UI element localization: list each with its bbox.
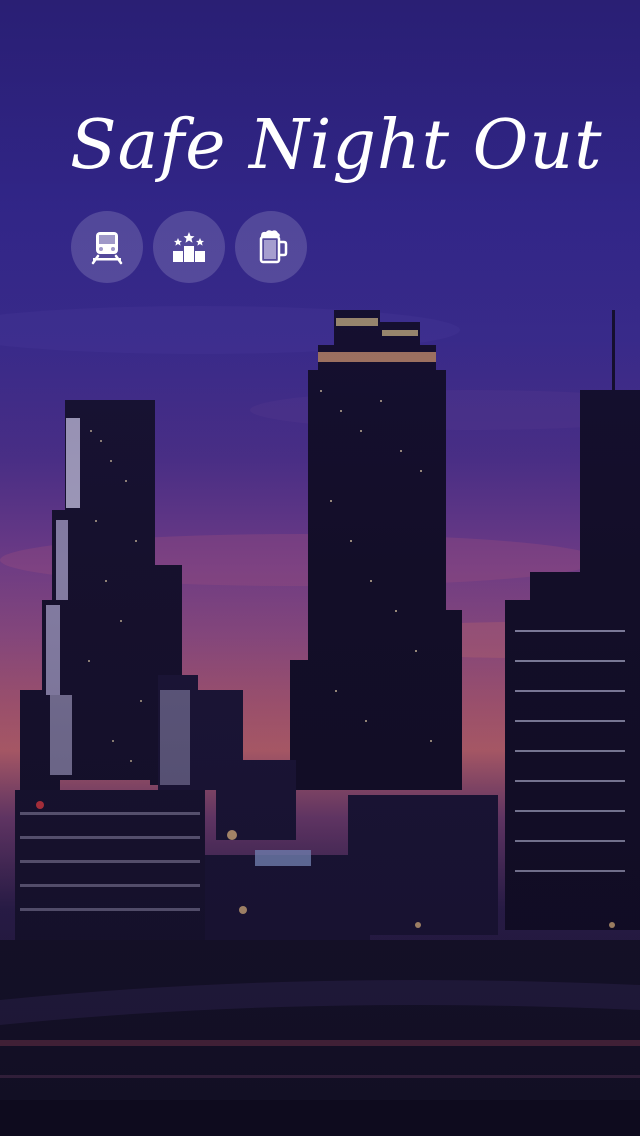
splash-screen: Safe Night Out xyxy=(0,0,640,1136)
category-icon-row xyxy=(71,211,307,283)
beer-mug-icon xyxy=(259,230,288,264)
podium-icon xyxy=(173,232,205,262)
app-title: Safe Night Out xyxy=(70,106,603,185)
central-tower xyxy=(290,310,462,790)
left-tower xyxy=(20,400,182,790)
train-icon xyxy=(91,232,123,265)
rankings-button[interactable] xyxy=(153,211,225,283)
bars-button[interactable] xyxy=(235,211,307,283)
transit-button[interactable] xyxy=(71,211,143,283)
